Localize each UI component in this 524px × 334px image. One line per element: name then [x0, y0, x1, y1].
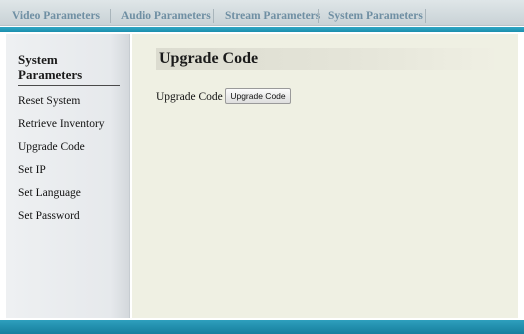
main-panel: Upgrade Code Upgrade Code : Upgrade Code [132, 34, 518, 318]
sidebar-item-reset-system[interactable]: Reset System [18, 94, 80, 108]
tab-video-parameters[interactable]: Video Parameters [12, 9, 100, 23]
sidebar: System Parameters Reset System Retrieve … [6, 34, 130, 318]
footer-accent-bar [0, 320, 524, 334]
tab-divider [213, 9, 214, 23]
tab-divider [318, 9, 319, 23]
header-accent-bar [0, 27, 524, 32]
sidebar-item-set-password[interactable]: Set Password [18, 209, 80, 223]
upgrade-code-button[interactable]: Upgrade Code [225, 88, 291, 104]
sidebar-item-set-language[interactable]: Set Language [18, 186, 81, 200]
sidebar-item-retrieve-inventory[interactable]: Retrieve Inventory [18, 117, 105, 131]
tab-stream-parameters[interactable]: Stream Parameters [225, 9, 320, 23]
tab-divider [425, 9, 426, 23]
page-title: Upgrade Code [156, 48, 494, 70]
upgrade-code-label: Upgrade Code : [156, 91, 229, 103]
top-navigation: Video Parameters Audio Parameters Stream… [0, 0, 524, 26]
tab-divider [110, 9, 111, 23]
sidebar-item-upgrade-code[interactable]: Upgrade Code [18, 140, 85, 154]
tab-audio-parameters[interactable]: Audio Parameters [121, 9, 211, 23]
sidebar-heading: System Parameters [18, 52, 120, 86]
tab-system-parameters[interactable]: System Parameters [328, 9, 423, 23]
sidebar-item-set-ip[interactable]: Set IP [18, 163, 46, 177]
